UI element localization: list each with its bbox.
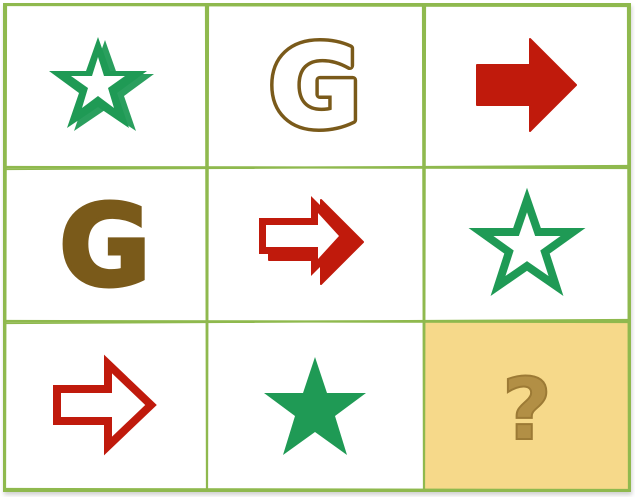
svg-text:G: G (59, 182, 151, 312)
arrow-solid-icon (476, 38, 577, 132)
star-solid-icon (263, 356, 366, 455)
question-mark-icon: ? (501, 359, 553, 461)
svg-text:?: ? (502, 360, 552, 460)
cell-r2-c0[interactable] (3, 321, 206, 492)
arrow-outline-thick-icon (258, 196, 364, 285)
arrow-outline-thin-icon (52, 354, 157, 455)
cell-r1-c2[interactable] (423, 167, 631, 321)
cell-r0-c1[interactable]: G G (206, 3, 423, 167)
letter-g-solid-icon: G (57, 180, 153, 314)
puzzle-board: G G G ? (3, 3, 631, 492)
cell-r1-c1[interactable] (206, 167, 423, 321)
star-outline-thick-icon (48, 37, 154, 131)
cell-r2-c1[interactable] (206, 321, 423, 492)
cell-r0-c0[interactable] (3, 3, 206, 167)
star-outline-thin-icon (468, 187, 586, 296)
answer-cell[interactable]: ? (423, 321, 631, 492)
cell-r0-c2[interactable] (423, 3, 631, 167)
letter-g-outline-icon: G G (264, 19, 365, 158)
cell-r1-c0[interactable]: G (3, 167, 206, 321)
svg-text:G: G (269, 23, 361, 153)
